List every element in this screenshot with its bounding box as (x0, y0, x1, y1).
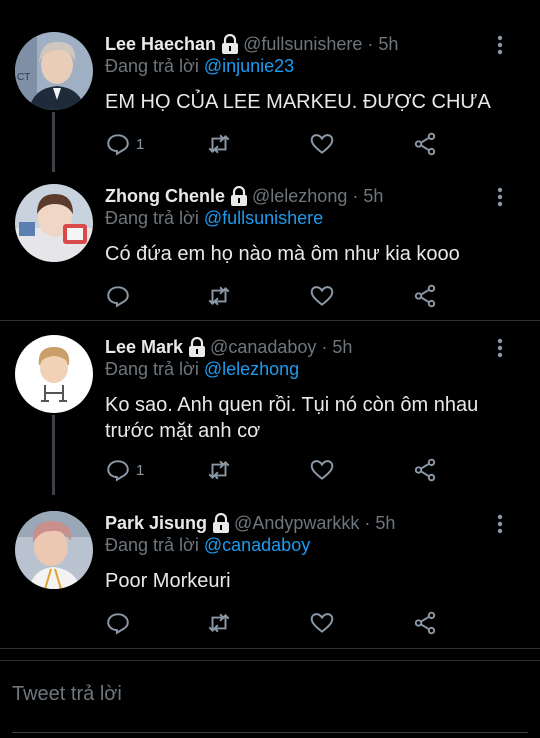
avatar[interactable] (15, 511, 93, 589)
lock-icon (230, 185, 248, 206)
share-icon (414, 132, 436, 156)
more-options-icon[interactable] (496, 338, 504, 358)
share-button[interactable] (412, 455, 438, 485)
retweet-icon (208, 134, 230, 154)
user-handle[interactable]: @fullsunishere (243, 34, 362, 55)
mention-link[interactable]: @lelezhong (204, 359, 299, 379)
mention-link[interactable]: @fullsunishere (204, 208, 323, 228)
reply-icon (107, 134, 129, 156)
timestamp[interactable]: 5h (363, 186, 383, 207)
replying-to: Đang trả lời @fullsunishere (105, 208, 323, 229)
heart-icon (310, 134, 334, 154)
tweet-actions (105, 608, 440, 638)
display-name[interactable]: Lee Haechan (105, 34, 216, 55)
lock-icon (188, 336, 206, 357)
timestamp[interactable]: 5h (378, 34, 398, 55)
like-button[interactable] (309, 129, 335, 159)
tweet-text: Có đứa em họ nào mà ôm như kia kooo (105, 243, 460, 265)
tweet-header: Park Jisung @Andypwarkkk · 5h (105, 511, 395, 535)
reply-count: 1 (136, 461, 145, 479)
mention-link[interactable]: @canadaboy (204, 535, 310, 555)
reply-button[interactable]: 1 (105, 129, 144, 159)
tweet-lee-mark[interactable]: Lee Mark @canadaboy · 5h Đang trả lời @l… (0, 335, 540, 495)
display-name[interactable]: Zhong Chenle (105, 186, 225, 207)
replying-to: Đang trả lời @canadaboy (105, 535, 310, 556)
retweet-button[interactable] (206, 608, 232, 638)
retweet-button[interactable] (206, 281, 232, 311)
user-handle[interactable]: @Andypwarkkk (234, 513, 359, 534)
replying-to: Đang trả lời @injunie23 (105, 56, 294, 77)
retweet-icon (208, 613, 230, 633)
separator-dot: · (364, 512, 371, 533)
divider (0, 648, 540, 649)
share-icon (414, 611, 436, 635)
tweet-text: Ko sao. Anh quen rồi. Tụi nó còn ôm nhau… (105, 394, 479, 442)
share-button[interactable] (412, 608, 438, 638)
tweet-lee-haechan[interactable]: CT Lee Haechan @fullsunishere · 5h Đang … (0, 32, 540, 172)
lock-icon (221, 33, 239, 54)
lock-icon (212, 512, 230, 533)
display-name[interactable]: Lee Mark (105, 337, 183, 358)
heart-icon (310, 460, 334, 480)
share-icon (414, 284, 436, 308)
tweet-park-jisung[interactable]: Park Jisung @Andypwarkkk · 5h Đang trả l… (0, 511, 540, 649)
reply-button[interactable] (105, 608, 136, 638)
more-options-icon[interactable] (496, 514, 504, 534)
display-name[interactable]: Park Jisung (105, 513, 207, 534)
like-button[interactable] (309, 281, 335, 311)
heart-icon (310, 613, 334, 633)
reply-input-underline (12, 732, 528, 733)
separator-dot: · (352, 185, 359, 206)
thread-line (52, 415, 55, 495)
retweet-icon (208, 460, 230, 480)
more-options-icon[interactable] (496, 187, 504, 207)
reply-icon (107, 460, 129, 482)
user-handle[interactable]: @canadaboy (210, 337, 316, 358)
replying-prefix: Đang trả lời (105, 208, 199, 228)
previous-tweet-actions (0, 0, 540, 4)
tweet-actions (105, 281, 440, 311)
svg-text:CT: CT (17, 72, 30, 83)
tweet-text: Poor Morkeuri (105, 570, 231, 592)
avatar[interactable] (15, 184, 93, 262)
reply-button[interactable] (105, 281, 136, 311)
replying-prefix: Đang trả lời (105, 56, 199, 76)
tweet-zhong-chenle[interactable]: Zhong Chenle @lelezhong · 5h Đang trả lờ… (0, 184, 540, 320)
timestamp[interactable]: 5h (332, 337, 352, 358)
retweet-button[interactable] (206, 455, 232, 485)
more-options-icon[interactable] (496, 35, 504, 55)
reply-icon (107, 286, 129, 308)
reply-icon (107, 613, 129, 635)
replying-prefix: Đang trả lời (105, 359, 199, 379)
tweet-header: Lee Mark @canadaboy · 5h (105, 335, 352, 359)
thread-line (52, 112, 55, 172)
tweet-actions: 1 (105, 455, 440, 485)
like-button[interactable] (309, 608, 335, 638)
divider (0, 320, 540, 321)
like-button[interactable] (309, 455, 335, 485)
retweet-icon (208, 286, 230, 306)
reply-composer[interactable]: Tweet trả lời (0, 660, 540, 738)
avatar[interactable]: CT (15, 32, 93, 110)
tweet-actions: 1 (105, 129, 440, 159)
tweet-header: Zhong Chenle @lelezhong · 5h (105, 184, 383, 208)
heart-icon (310, 286, 334, 306)
replying-to: Đang trả lời @lelezhong (105, 359, 299, 380)
tweet-text: EM HỌ CỦA LEE MARKEU. ĐƯỢC CHƯA (105, 91, 491, 113)
replying-prefix: Đang trả lời (105, 535, 199, 555)
share-button[interactable] (412, 129, 438, 159)
reply-count: 1 (136, 135, 145, 153)
share-icon (414, 458, 436, 482)
share-button[interactable] (412, 281, 438, 311)
reply-input[interactable]: Tweet trả lời (12, 683, 122, 706)
avatar[interactable] (15, 335, 93, 413)
separator-dot: · (367, 33, 374, 54)
timestamp[interactable]: 5h (375, 513, 395, 534)
user-handle[interactable]: @lelezhong (252, 186, 347, 207)
reply-button[interactable]: 1 (105, 455, 144, 485)
tweet-header: Lee Haechan @fullsunishere · 5h (105, 32, 398, 56)
separator-dot: · (321, 336, 328, 357)
mention-link[interactable]: @injunie23 (204, 56, 294, 76)
retweet-button[interactable] (206, 129, 232, 159)
